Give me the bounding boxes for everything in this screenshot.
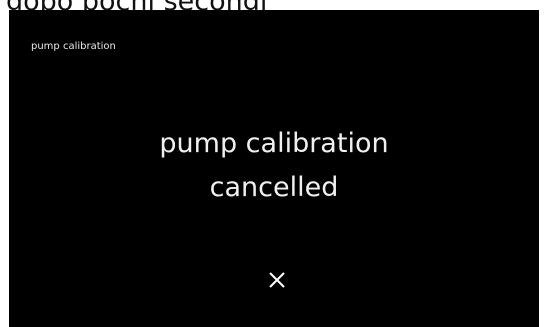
close-button[interactable] xyxy=(261,264,293,296)
status-message-line-2: cancelled xyxy=(209,172,339,203)
status-message: pump calibration cancelled xyxy=(9,122,539,210)
status-message-line-1: pump calibration xyxy=(159,128,389,159)
close-icon xyxy=(269,272,285,288)
device-screen: pump calibration pump calibration cancel… xyxy=(9,10,539,327)
screen-title: pump calibration xyxy=(31,41,116,52)
